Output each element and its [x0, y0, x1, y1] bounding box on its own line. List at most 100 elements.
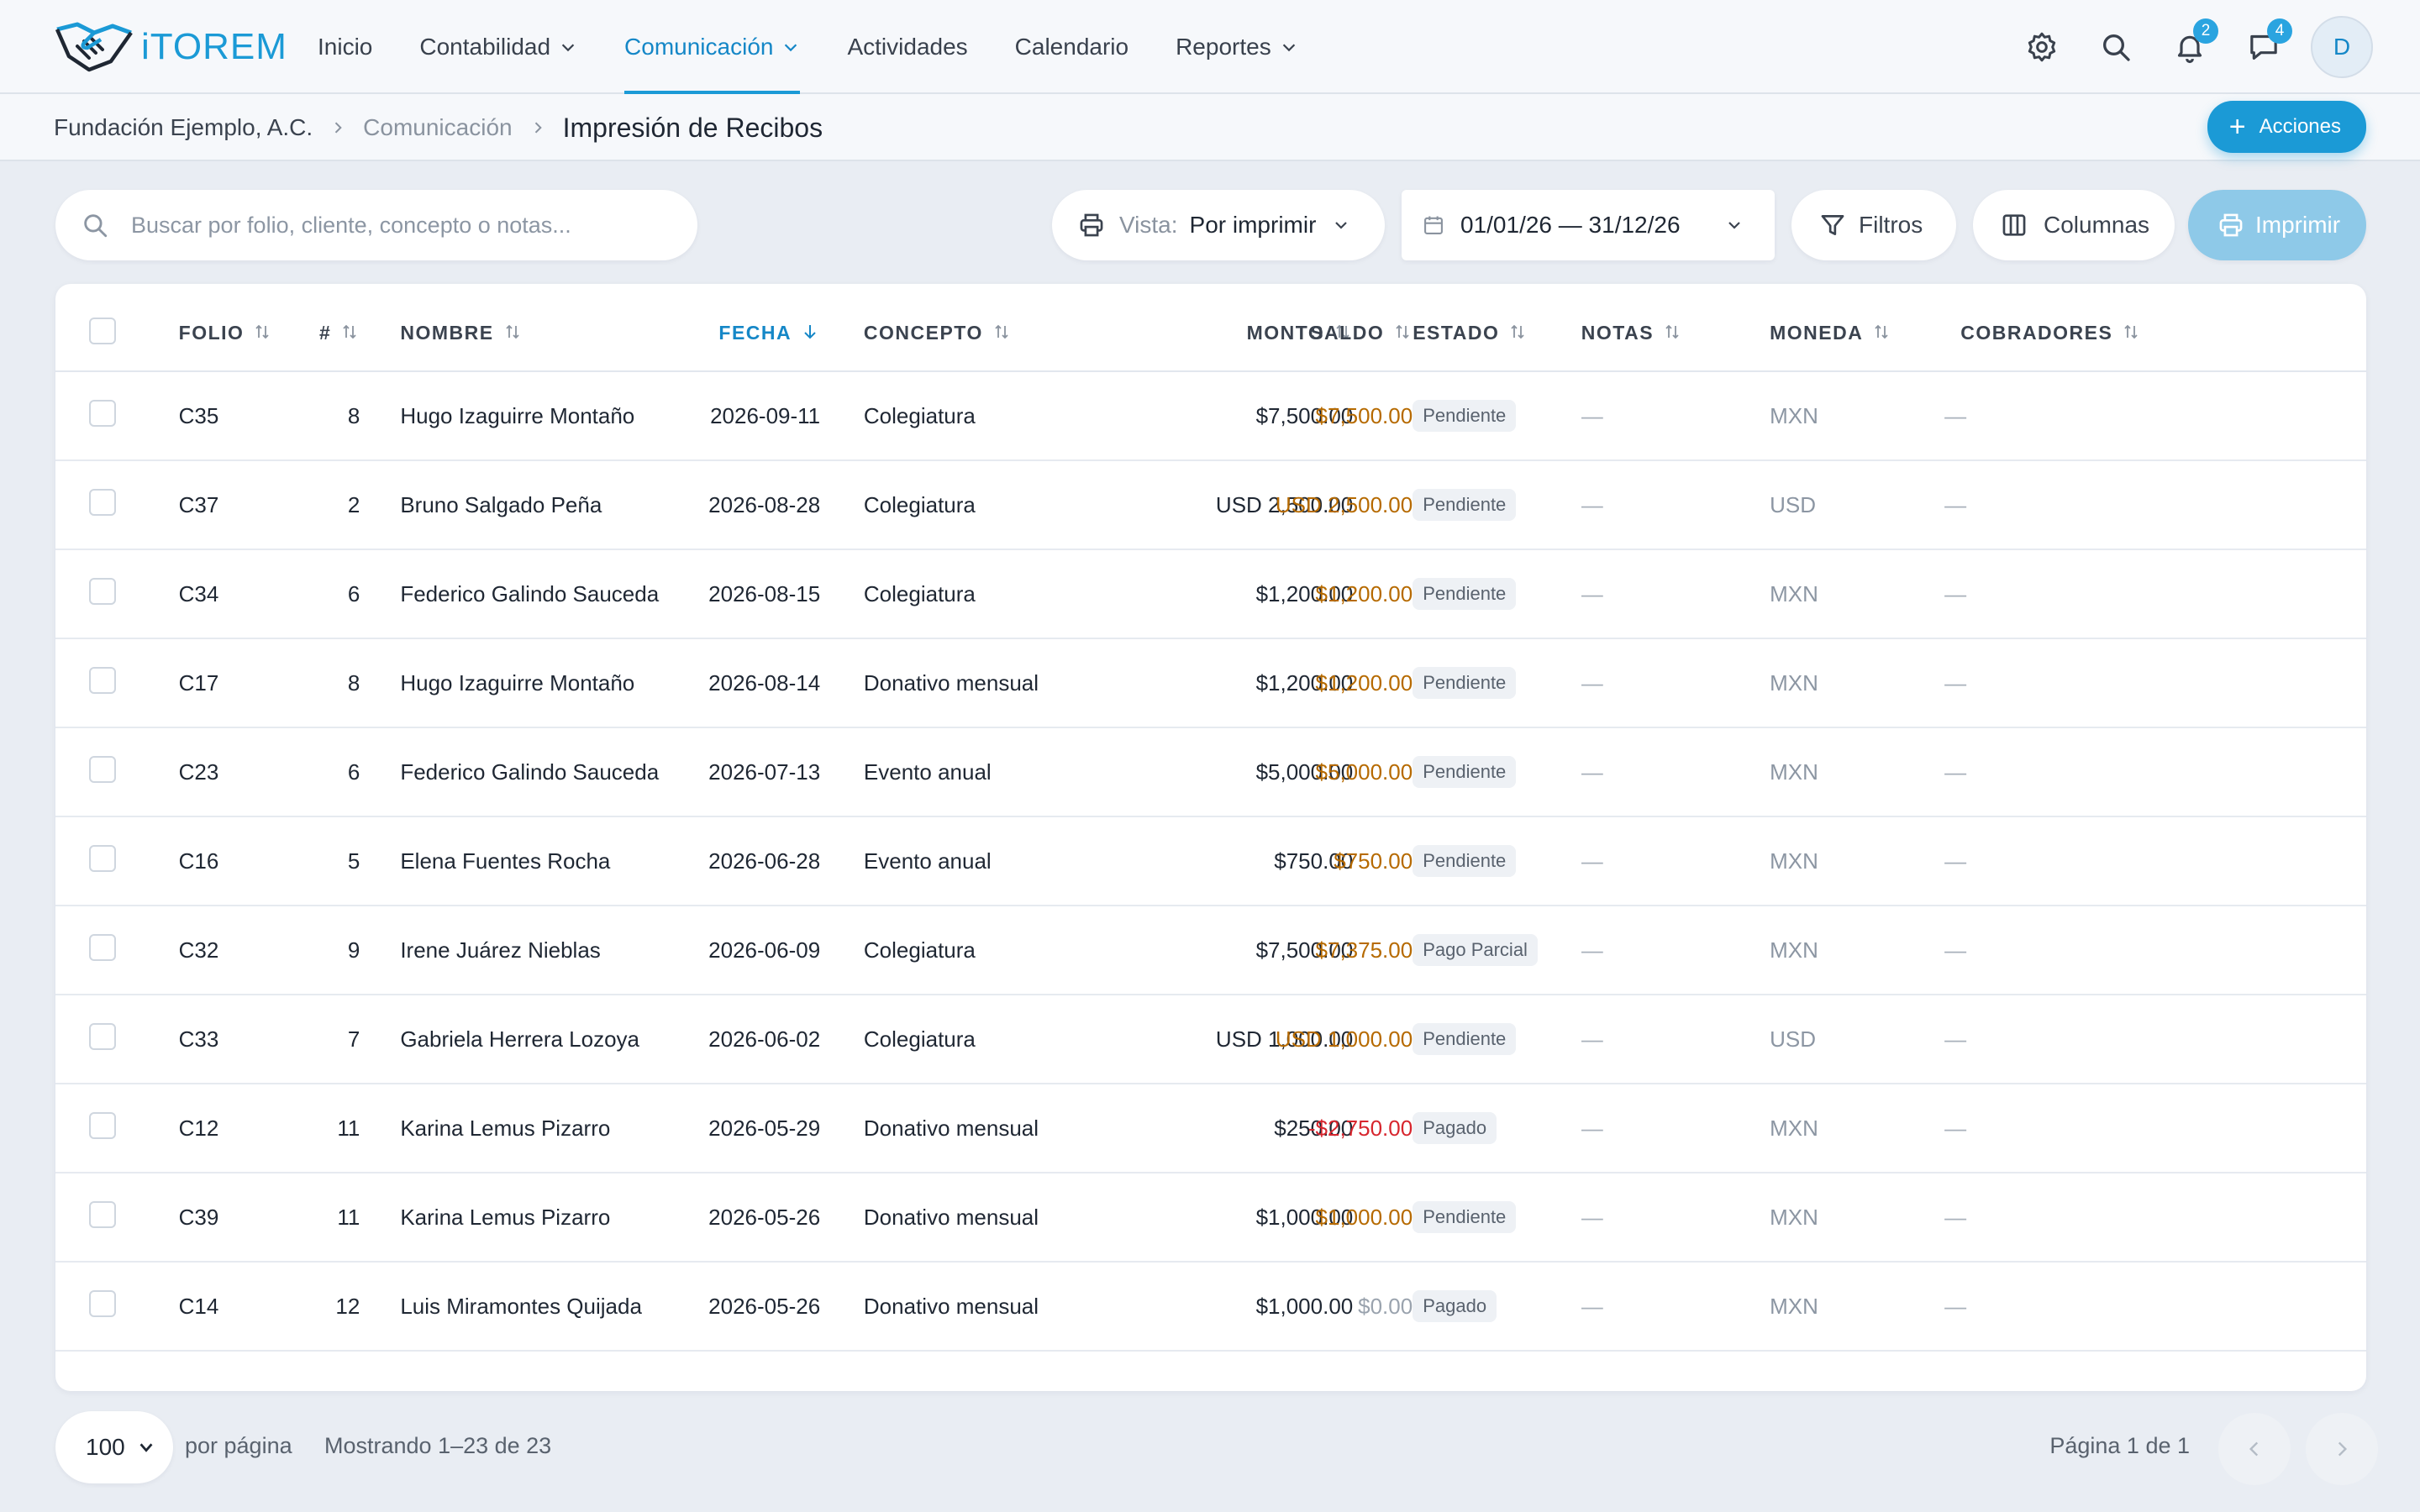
calendar-icon: [1424, 216, 1443, 234]
table-row[interactable]: C32 9 Irene Juárez Nieblas 2026-06-09 Colegi…: [55, 906, 2366, 995]
column-header-saldo[interactable]: SALDO: [1191, 284, 1413, 372]
messages-button[interactable]: 4: [2247, 18, 2292, 64]
column-header-notas[interactable]: NOTAS: [1581, 284, 1770, 372]
row-checkbox[interactable]: [89, 1022, 116, 1050]
cell-moneda: MXN: [1770, 848, 1818, 874]
chevron-down-icon: [1282, 44, 1295, 52]
table-row[interactable]: C14 12 Luis Miramontes Quijada 2026-05-26 Do…: [55, 1262, 2366, 1352]
cell-nombre: Gabriela Herrera Lozoya: [360, 995, 675, 1084]
cell-notas: —: [1581, 1084, 1770, 1173]
cell-concepto: Colegiatura: [863, 906, 1109, 995]
per-page-select[interactable]: 100: [55, 1411, 173, 1483]
user-avatar[interactable]: D: [2311, 16, 2373, 78]
pagination-footer: 100 por página Mostrando 1–23 de 23 Pági…: [0, 1411, 2420, 1485]
messages-badge: 4: [2267, 18, 2292, 44]
cell-concepto: Colegiatura: [863, 549, 1109, 639]
nav-comunicacion[interactable]: Comunicación: [624, 0, 801, 94]
column-header-concepto[interactable]: CONCEPTO: [863, 284, 1109, 372]
previous-page-button[interactable]: [2218, 1413, 2291, 1485]
cell-moneda-cobradores: MXN —: [1770, 1173, 2160, 1263]
table-row[interactable]: C37 2 Bruno Salgado Peña 2026-08-28 Colegiat…: [55, 460, 2366, 550]
view-selector[interactable]: Vista: Por imprimir: [1052, 190, 1385, 260]
column-header-nombre[interactable]: NOMBRE: [360, 284, 675, 372]
nav-calendario[interactable]: Calendario: [1015, 0, 1128, 94]
row-checkbox[interactable]: [89, 488, 116, 516]
cell-cobradores: —: [1944, 491, 1967, 517]
nav-item-label: Actividades: [847, 34, 968, 60]
next-page-button[interactable]: [2306, 1413, 2378, 1485]
table-row[interactable]: C39 11 Karina Lemus Pizarro 2026-05-26 Donat…: [55, 1173, 2366, 1263]
column-header-fecha[interactable]: FECHA: [674, 284, 821, 372]
nav-actividades[interactable]: Actividades: [847, 0, 967, 94]
cell-notas: —: [1581, 371, 1770, 461]
gear-icon: [2028, 32, 2056, 62]
receipts-table: FOLIO # NOMBRE FECHA CONCEPTO MONTO SALD…: [55, 284, 2366, 1352]
nav-reportes[interactable]: Reportes: [1176, 0, 1298, 94]
breadcrumb-section[interactable]: Comunicación: [363, 114, 512, 141]
filters-button[interactable]: Filtros: [1791, 190, 1956, 260]
search-button[interactable]: [2099, 30, 2133, 64]
cell-number: 9: [278, 906, 360, 995]
app-logo[interactable]: iTOREM: [52, 17, 287, 77]
cell-folio: C14: [178, 1262, 279, 1352]
column-header-moneda[interactable]: MONEDA: [1770, 322, 1891, 344]
search-input[interactable]: [131, 212, 669, 239]
column-header-cobradores[interactable]: COBRADORES: [1960, 322, 2141, 344]
row-checkbox[interactable]: [89, 844, 116, 872]
table-row[interactable]: C17 8 Hugo Izaguirre Montaño 2026-08-14 Dona…: [55, 638, 2366, 728]
status-badge: Pendiente: [1413, 578, 1517, 610]
cell-moneda: MXN: [1770, 937, 1818, 963]
cell-fecha: 2026-06-02: [674, 995, 821, 1084]
row-checkbox[interactable]: [89, 1111, 116, 1139]
table-row[interactable]: C16 5 Elena Fuentes Rocha 2026-06-28 Evento …: [55, 816, 2366, 906]
date-range-picker[interactable]: 01/01/26 — 31/12/26: [1402, 190, 1775, 260]
select-all-checkbox[interactable]: [89, 317, 116, 344]
cell-concepto: Evento anual: [863, 727, 1109, 817]
cell-fecha: 2026-05-26: [674, 1173, 821, 1263]
table-row[interactable]: C35 8 Hugo Izaguirre Montaño 2026-09-11 Cole…: [55, 371, 2366, 461]
row-checkbox[interactable]: [89, 933, 116, 961]
row-checkbox[interactable]: [89, 755, 116, 783]
cell-saldo: $7,375.00: [1191, 906, 1413, 995]
table-row[interactable]: C23 6 Federico Galindo Sauceda 2026-07-13 Ev…: [55, 727, 2366, 817]
arrow-down-icon: [804, 325, 816, 339]
cell-saldo: USD 1,000.00: [1191, 995, 1413, 1084]
cell-notas: —: [1581, 1173, 1770, 1263]
cell-moneda: USD: [1770, 1026, 1816, 1052]
print-button[interactable]: Imprimir: [2188, 190, 2366, 260]
row-checkbox[interactable]: [89, 399, 116, 427]
row-checkbox[interactable]: [89, 1289, 116, 1317]
sort-icon: [505, 324, 519, 339]
column-header-estado[interactable]: ESTADO: [1413, 284, 1581, 372]
column-header-folio[interactable]: FOLIO: [178, 284, 279, 372]
cell-notas: —: [1581, 727, 1770, 817]
cell-fecha: 2026-05-26: [674, 1262, 821, 1352]
breadcrumb-org[interactable]: Fundación Ejemplo, A.C.: [54, 114, 313, 141]
row-checkbox[interactable]: [89, 1200, 116, 1228]
breadcrumb: Fundación Ejemplo, A.C. Comunicación Imp…: [54, 94, 823, 161]
cell-nombre: Hugo Izaguirre Montaño: [360, 371, 675, 461]
cell-folio: C37: [178, 460, 279, 550]
cell-cobradores: —: [1944, 669, 1967, 696]
actions-button[interactable]: + Acciones: [2207, 101, 2366, 153]
cell-nombre: Federico Galindo Sauceda: [360, 727, 675, 817]
cell-saldo: -$2,750.00: [1191, 1084, 1413, 1173]
notifications-button[interactable]: 2: [2173, 18, 2218, 64]
status-badge: Pendiente: [1413, 667, 1517, 699]
nav-inicio[interactable]: Inicio: [318, 0, 372, 94]
breadcrumb-bar: Fundación Ejemplo, A.C. Comunicación Imp…: [0, 94, 2420, 161]
row-checkbox[interactable]: [89, 577, 116, 605]
view-label: Vista:: [1119, 212, 1178, 238]
table-row[interactable]: C33 7 Gabriela Herrera Lozoya 2026-06-02 Col…: [55, 995, 2366, 1084]
columns-button[interactable]: Columnas: [1973, 190, 2175, 260]
settings-button[interactable]: [2025, 30, 2059, 64]
filters-label: Filtros: [1859, 212, 1923, 238]
table-row[interactable]: C12 11 Karina Lemus Pizarro 2026-05-29 Donat…: [55, 1084, 2366, 1173]
table-row[interactable]: C34 6 Federico Galindo Sauceda 2026-08-15 Co…: [55, 549, 2366, 639]
cell-notas: —: [1581, 460, 1770, 550]
row-checkbox[interactable]: [89, 666, 116, 694]
column-header-number[interactable]: #: [278, 284, 360, 372]
cell-folio: C34: [178, 549, 279, 639]
cell-cobradores: —: [1944, 1115, 1967, 1141]
nav-contabilidad[interactable]: Contabilidad: [419, 0, 577, 94]
